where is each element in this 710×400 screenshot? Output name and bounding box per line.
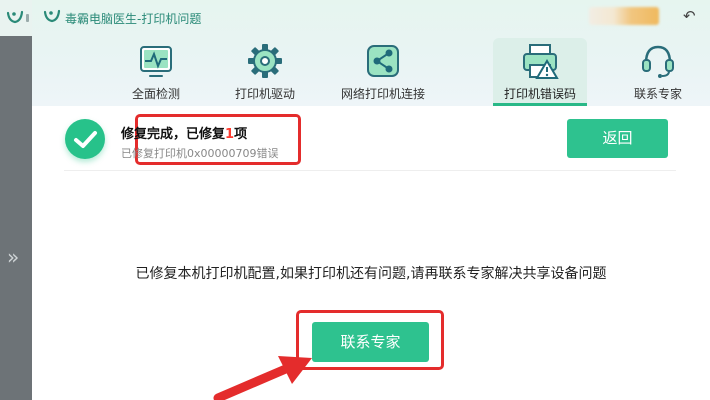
tab-printer-driver[interactable]: 打印机驱动 [218,38,312,104]
printer-warning-icon [523,44,559,79]
strip-titlebar [0,0,32,36]
return-button[interactable]: 返回 [567,119,668,158]
tab-label: 全面检测 [131,87,180,101]
left-strip: » [0,0,32,400]
tab-full-check[interactable]: 全面检测 [109,38,203,104]
result-detail: 已修复打印机0x00000709错误 [121,147,279,160]
gear-icon [248,44,282,78]
back-icon[interactable]: ↶ [683,7,696,25]
tab-label: 联系专家 [633,87,682,101]
header: 毒霸电脑医生-打印机问题 ↶ 全面检测 打印机驱动 网络打印机连接 打印机错误码… [32,0,710,106]
fixed-count: 1 [225,127,235,142]
tab-label: 打印机驱动 [234,87,295,101]
result-message: 已修复本机打印机配置,如果打印机还有问题,请再联系专家解决共享设备问题 [135,266,607,282]
tab-network-printer[interactable]: 网络打印机连接 [336,38,430,104]
expand-icon[interactable]: » [7,247,19,267]
app-window: 毒霸电脑医生-打印机问题 ↶ 全面检测 打印机驱动 网络打印机连接 打印机错误码… [32,0,710,400]
headset-icon [642,45,674,78]
active-tab-underline [493,103,587,106]
result-title: 修复完成，已修复1项 [121,127,248,142]
monitor-pulse-icon [140,46,172,77]
app-logo-icon [6,10,24,24]
check-icon [65,119,105,159]
blurred-account [589,7,659,25]
nav-tabs: 全面检测 打印机驱动 网络打印机连接 打印机错误码 联系专家 [109,38,709,106]
contact-expert-button[interactable]: 联系专家 [312,322,429,362]
annotation-arrow-icon [213,356,312,400]
app-logo-icon [43,9,61,23]
share-icon [367,45,399,77]
tab-label: 打印机错误码 [503,87,576,101]
tab-printer-error-code[interactable]: 打印机错误码 [493,38,587,106]
strip-dot [26,14,29,22]
app-title: 毒霸电脑医生-打印机问题 [65,12,202,26]
repair-result: 修复完成，已修复1项 已修复打印机0x00000709错误 返回 [64,112,676,171]
tab-contact-expert[interactable]: 联系专家 [611,38,705,104]
tab-label: 网络打印机连接 [340,87,425,101]
